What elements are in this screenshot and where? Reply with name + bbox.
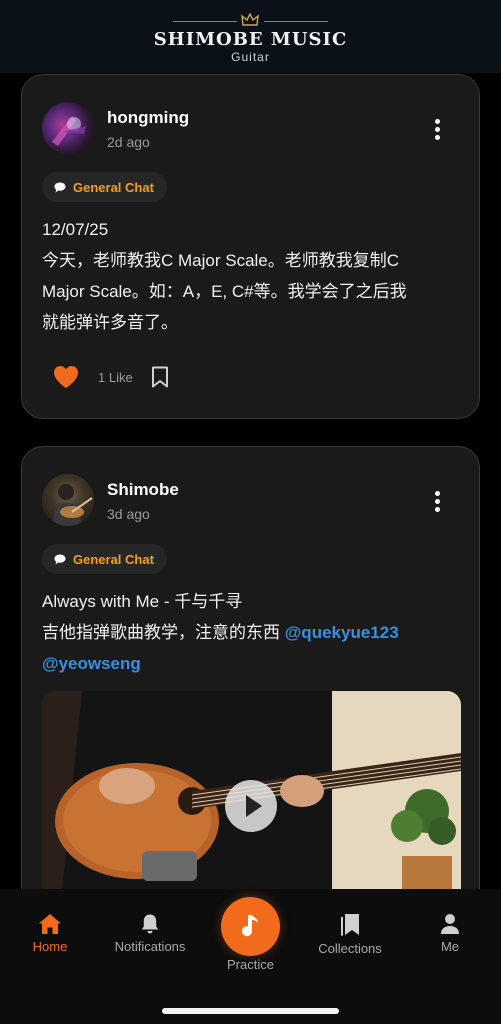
nav-collections-label: Collections — [318, 941, 382, 956]
nav-collections[interactable]: Collections — [300, 913, 400, 956]
post-actions: 1 Like — [52, 361, 169, 393]
play-icon[interactable] — [225, 780, 277, 832]
home-icon — [39, 914, 61, 934]
like-count: 1 Like — [98, 369, 133, 385]
collections-bookmark-icon — [341, 914, 359, 936]
post-line: 12/07/25 — [42, 220, 109, 239]
bookmark-icon[interactable] — [151, 366, 169, 388]
avatar[interactable] — [42, 474, 94, 526]
mention-link[interactable]: @yeowseng — [42, 654, 141, 673]
more-options-icon[interactable] — [435, 491, 441, 513]
post-username[interactable]: Shimobe — [107, 480, 179, 500]
nav-home-label: Home — [32, 939, 68, 954]
post-line: 就能弹许多音了。 — [42, 313, 178, 332]
category-tag-label: General Chat — [73, 551, 154, 567]
avatar[interactable] — [42, 102, 94, 154]
heart-icon[interactable] — [52, 364, 80, 390]
brand-subtitle: Guitar — [231, 50, 270, 64]
brand-divider-left — [173, 21, 237, 22]
bottom-navigation: Home Notifications Practice Collections … — [0, 889, 501, 1024]
mention-link[interactable]: @quekyue123 — [285, 623, 399, 642]
category-tag[interactable]: General Chat — [42, 172, 167, 202]
post-timestamp: 3d ago — [107, 506, 150, 522]
nav-practice-label[interactable]: Practice — [200, 957, 301, 972]
post-body: Always with Me - 千与千寻 吉他指弹歌曲教学，注意的东西 @qu… — [42, 586, 449, 679]
brand-title: SHIMOBE MUSIC — [153, 29, 348, 50]
post-timestamp: 2d ago — [107, 134, 150, 150]
crown-icon — [241, 13, 259, 26]
chat-bubble-icon — [54, 182, 66, 192]
post-line: 吉他指弹歌曲教学，注意的东西 — [42, 623, 285, 642]
bell-icon — [141, 914, 159, 934]
nav-notifications[interactable]: Notifications — [100, 913, 200, 954]
post-line: 今天，老师教我C Major Scale。老师教我复制C — [42, 251, 400, 270]
post-card: Shimobe 3d ago General Chat Always with … — [21, 446, 480, 966]
practice-button[interactable] — [221, 897, 280, 956]
post-line: Always with Me - 千与千寻 — [42, 592, 243, 611]
post-body: 12/07/25 今天，老师教我C Major Scale。老师教我复制C Ma… — [42, 214, 449, 338]
nav-notifications-label: Notifications — [114, 939, 186, 954]
brand-divider-right — [264, 21, 328, 22]
category-tag[interactable]: General Chat — [42, 544, 167, 574]
post-username[interactable]: hongming — [107, 108, 189, 128]
app-header: SHIMOBE MUSIC Guitar — [0, 0, 501, 73]
home-indicator[interactable] — [162, 1008, 339, 1014]
nav-home[interactable]: Home — [0, 913, 100, 954]
category-tag-label: General Chat — [73, 179, 154, 195]
more-options-icon[interactable] — [435, 119, 441, 141]
chat-bubble-icon — [54, 554, 66, 564]
video-thumbnail[interactable] — [42, 691, 461, 891]
nav-me[interactable]: Me — [400, 913, 500, 954]
post-line: Major Scale。如：A，E, C#等。我学会了之后我 — [42, 282, 407, 301]
post-card: hongming 2d ago General Chat 12/07/25 今天… — [21, 74, 480, 419]
nav-me-label: Me — [440, 939, 460, 954]
music-note-icon — [242, 915, 258, 937]
person-icon — [441, 914, 459, 934]
